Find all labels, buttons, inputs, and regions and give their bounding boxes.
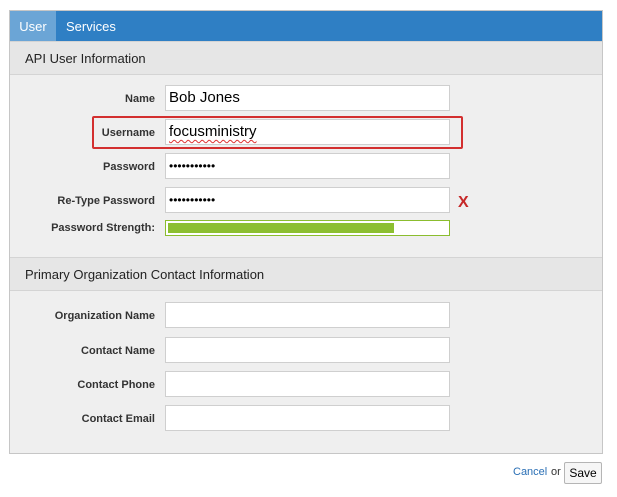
tab-bar: User Services (10, 11, 602, 41)
organization-name-field[interactable] (165, 302, 450, 328)
retype-password-label: Re-Type Password (57, 195, 155, 207)
password-strength-bar (165, 220, 450, 236)
password-strength-fill (168, 223, 394, 233)
organization-name-label: Organization Name (54, 310, 155, 322)
name-label: Name (125, 93, 155, 105)
password-strength-label: Password Strength: (51, 222, 155, 234)
retype-password-field[interactable]: ••••••••••• (165, 187, 450, 213)
contact-phone-field[interactable] (165, 371, 450, 397)
cancel-link[interactable]: Cancel (513, 466, 547, 478)
contact-phone-label: Contact Phone (77, 379, 155, 391)
password-label: Password (103, 161, 155, 173)
password-field[interactable]: ••••••••••• (165, 153, 450, 179)
password-mismatch-error-icon: X (458, 194, 469, 211)
username-highlight-box (92, 116, 463, 149)
user-form-panel: User Services API User Information Name … (9, 10, 603, 454)
tab-user[interactable]: User (10, 11, 56, 41)
contact-email-label: Contact Email (81, 413, 155, 425)
contact-email-field[interactable] (165, 405, 450, 431)
contact-name-label: Contact Name (81, 345, 155, 357)
name-field[interactable]: Bob Jones (165, 85, 450, 111)
api-user-section-title: API User Information (10, 41, 602, 75)
tab-services[interactable]: Services (66, 11, 116, 41)
save-button[interactable]: Save (564, 462, 602, 484)
or-text: or (551, 466, 561, 478)
org-contact-section-title: Primary Organization Contact Information (10, 257, 602, 291)
contact-name-field[interactable] (165, 337, 450, 363)
